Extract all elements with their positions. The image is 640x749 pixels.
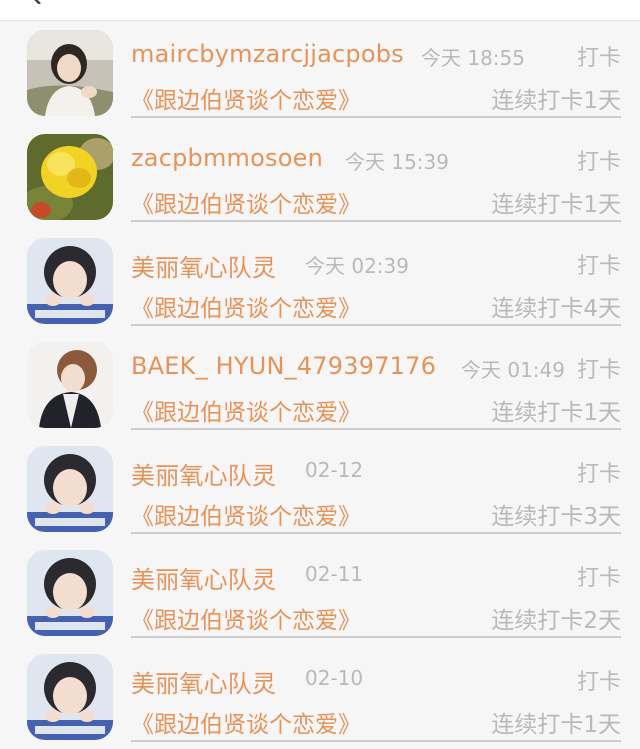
checkin-time: 今天 01:49 [461,358,565,382]
streak-count: 连续打卡1天 [491,400,621,426]
avatar[interactable] [27,238,113,324]
book-title[interactable]: 《跟边伯贤谈个恋爱》 [131,705,361,739]
checkin-time: 今天 15:39 [345,150,449,174]
checkin-time: 02-10 [305,666,364,690]
streak-count: 连续打卡1天 [491,192,621,218]
item-content: zacpbmmosoen 今天 15:39 打卡 《跟边伯贤谈个恋爱》 连续打卡… [131,125,621,222]
checkin-action: 打卡 [576,254,621,279]
checkin-list: maircbymzarcjjacpobs 今天 18:55 打卡 《跟边伯贤谈个… [0,21,640,749]
boy-portrait-avatar [27,550,113,636]
item-content: 美丽氧心队灵 02-12 打卡 《跟边伯贤谈个恋爱》 连续打卡3天 [131,437,621,534]
checkin-action: 打卡 [576,150,621,175]
book-title[interactable]: 《跟边伯贤谈个恋爱》 [131,601,361,635]
yellow-flower-avatar [27,134,113,220]
avatar[interactable] [27,342,113,428]
list-item[interactable]: maircbymzarcjjacpobs 今天 18:55 打卡 《跟边伯贤谈个… [0,21,640,125]
user-name[interactable]: maircbymzarcjjacpobs [131,40,404,68]
user-name[interactable]: 美丽氧心队灵 [131,560,276,595]
avatar[interactable] [27,446,113,532]
list-item[interactable]: 美丽氧心队灵 02-12 打卡 《跟边伯贤谈个恋爱》 连续打卡3天 [0,437,640,541]
user-name[interactable]: 美丽氧心队灵 [131,248,276,283]
user-name[interactable]: 美丽氧心队灵 [131,664,276,699]
item-content: BAEK_ HYUN_479397176 今天 01:49 打卡 《跟边伯贤谈个… [131,333,621,430]
girl-photo-avatar [27,30,113,116]
boy-side-avatar [27,342,113,428]
list-item[interactable]: 美丽氧心队灵 02-11 打卡 《跟边伯贤谈个恋爱》 连续打卡2天 [0,541,640,645]
back-icon[interactable] [30,0,44,4]
streak-count: 连续打卡1天 [491,88,621,114]
item-content: maircbymzarcjjacpobs 今天 18:55 打卡 《跟边伯贤谈个… [131,21,621,118]
checkin-action: 打卡 [576,670,621,695]
checkin-time: 02-12 [305,458,364,482]
avatar[interactable] [27,30,113,116]
user-name[interactable]: BAEK_ HYUN_479397176 [131,352,436,380]
item-content: 美丽氧心队灵 今天 02:39 打卡 《跟边伯贤谈个恋爱》 连续打卡4天 [131,229,621,326]
boy-portrait-avatar [27,446,113,532]
boy-portrait-avatar [27,238,113,324]
avatar[interactable] [27,550,113,636]
checkin-time: 02-11 [305,562,364,586]
boy-portrait-avatar [27,654,113,740]
list-item[interactable]: 美丽氧心队灵 02-10 打卡 《跟边伯贤谈个恋爱》 连续打卡1天 [0,645,640,749]
book-title[interactable]: 《跟边伯贤谈个恋爱》 [131,81,361,115]
streak-count: 连续打卡3天 [491,504,621,530]
book-title[interactable]: 《跟边伯贤谈个恋爱》 [131,393,361,427]
item-content: 美丽氧心队灵 02-11 打卡 《跟边伯贤谈个恋爱》 连续打卡2天 [131,541,621,638]
checkin-time: 今天 18:55 [421,46,525,70]
list-item[interactable]: zacpbmmosoen 今天 15:39 打卡 《跟边伯贤谈个恋爱》 连续打卡… [0,125,640,229]
checkin-action: 打卡 [576,566,621,591]
avatar[interactable] [27,134,113,220]
streak-count: 连续打卡2天 [491,608,621,634]
checkin-time: 今天 02:39 [305,254,409,278]
list-item[interactable]: BAEK_ HYUN_479397176 今天 01:49 打卡 《跟边伯贤谈个… [0,333,640,437]
streak-count: 连续打卡4天 [491,296,621,322]
item-content: 美丽氧心队灵 02-10 打卡 《跟边伯贤谈个恋爱》 连续打卡1天 [131,645,621,742]
streak-count: 连续打卡1天 [491,712,621,738]
checkin-action: 打卡 [576,462,621,487]
book-title[interactable]: 《跟边伯贤谈个恋爱》 [131,497,361,531]
checkin-action: 打卡 [576,358,621,383]
checkin-action: 打卡 [576,46,621,71]
user-name[interactable]: 美丽氧心队灵 [131,456,276,491]
book-title[interactable]: 《跟边伯贤谈个恋爱》 [131,185,361,219]
avatar[interactable] [27,654,113,740]
book-title[interactable]: 《跟边伯贤谈个恋爱》 [131,289,361,323]
list-item[interactable]: 美丽氧心队灵 今天 02:39 打卡 《跟边伯贤谈个恋爱》 连续打卡4天 [0,229,640,333]
top-bar [0,0,640,21]
user-name[interactable]: zacpbmmosoen [131,144,323,172]
